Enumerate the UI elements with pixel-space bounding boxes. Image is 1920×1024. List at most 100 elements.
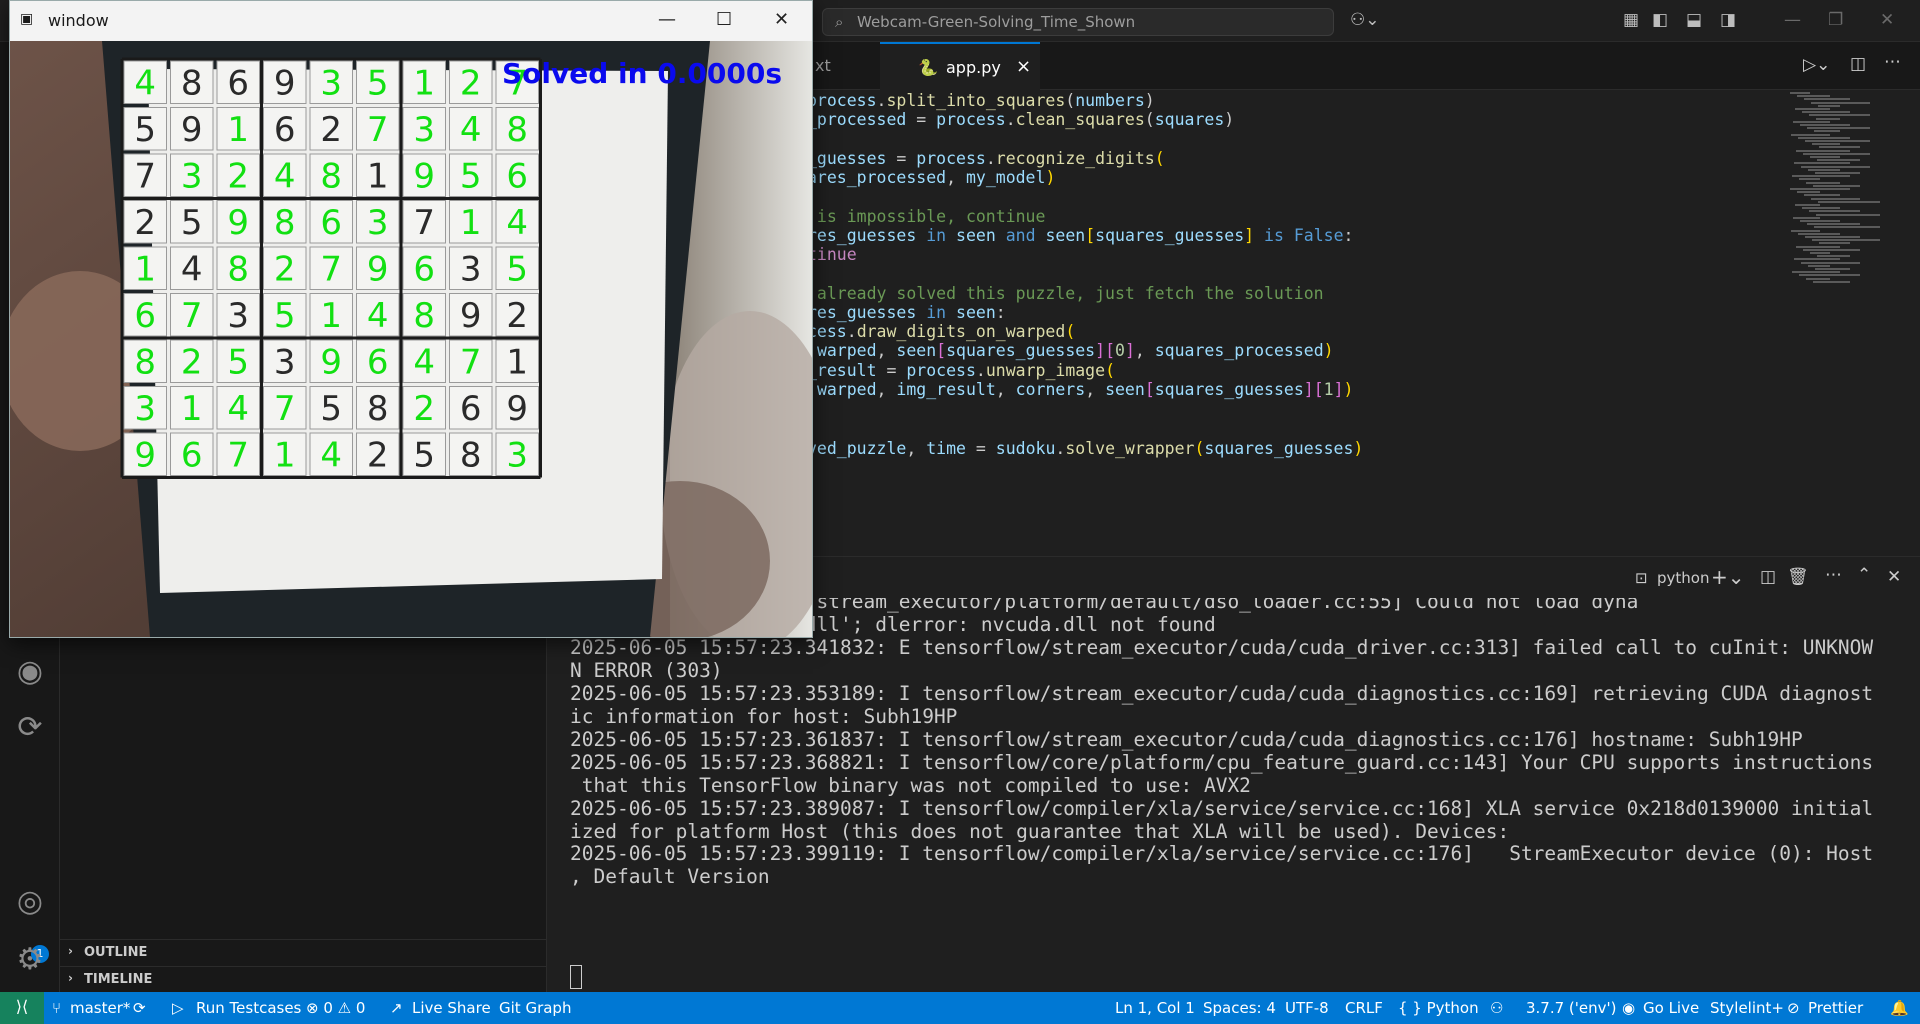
given-digit: 5 [134,110,156,150]
remote-explorer-icon[interactable]: ⟳ [0,710,60,745]
solved-digit: 2 [227,156,249,196]
cam-maximize-icon[interactable]: ☐ [716,9,732,30]
solved-digit: 4 [274,156,296,196]
solved-digit: 2 [460,63,482,103]
code-line: _result = process.unwarp_image( [807,361,1115,380]
live-share-button[interactable]: Live Share [412,999,491,1017]
customize-layout-icon[interactable]: ▦ [1623,10,1639,30]
given-digit: 8 [460,435,482,475]
kill-terminal-icon[interactable]: 🗑 [1787,567,1809,587]
terminal[interactable]: 334693: W tensorflow/stream_executor/pla… [547,598,1920,992]
code-line: ved_puzzle, time = sudoku.solve_wrapper(… [807,439,1364,458]
new-terminal-icon[interactable]: +⌄ [1711,565,1745,589]
outline-section[interactable]: › OUTLINE [60,939,547,965]
search-icon: ⌕ [835,13,844,31]
code-line: already solved this puzzle, just fetch t… [807,284,1324,303]
timeline-section[interactable]: › TIMELINE [60,966,547,992]
indentation[interactable]: Spaces: 4 [1203,999,1276,1017]
code-line: warped, img_result, corners, seen[square… [816,380,1354,399]
github-icon[interactable]: ◉ [0,654,60,689]
problems-indicator[interactable]: ⊗ 0 ⚠ 0 [306,999,365,1017]
solved-digit: 8 [413,296,435,336]
minimap-line [1805,140,1870,142]
copilot-status-icon[interactable]: ⚇ [1490,999,1503,1017]
webcam-window-titlebar[interactable]: ▣ window — ☐ ✕ [10,1,812,41]
terminal-shell-icon: ⊡ [1635,569,1648,587]
solved-digit: 6 [367,342,389,382]
timeline-label: TIMELINE [84,972,153,987]
minimap-line [1797,95,1830,98]
settings-gear-icon[interactable]: ⚙ [0,942,60,977]
split-editor-icon[interactable]: ◫ [1850,54,1866,74]
split-terminal-icon[interactable]: ◫ [1760,567,1776,587]
cam-minimize-icon[interactable]: — [658,9,676,30]
minimap[interactable] [1780,92,1900,292]
language-mode[interactable]: { } Python [1398,999,1479,1017]
solved-digit: 1 [181,389,203,429]
minimap-line [1793,120,1830,123]
python-interpreter[interactable]: 3.7.7 ('env') [1526,999,1617,1017]
stylelint-status[interactable]: Stylelint+ [1710,999,1784,1017]
solved-digit: 6 [320,203,342,243]
code-line: is impossible, continue [807,207,1046,226]
terminal-cursor [570,965,582,989]
minimap-line [1790,188,1850,190]
given-digit: 6 [227,63,249,103]
cam-close-icon[interactable]: ✕ [774,9,789,30]
terminal-line: ic information for host: Subh19HP [570,704,958,728]
minimap-line [1807,223,1860,226]
minimap-line [1793,216,1820,219]
copilot-icon[interactable]: ⚇⌄ [1350,10,1379,30]
encoding[interactable]: UTF-8 [1285,999,1329,1017]
code-line: cess.draw_digits_on_warped( [807,322,1076,341]
webcam-feed: 4869351275916273487324819562598637141482… [10,41,812,637]
git-branch[interactable]: master* [70,999,130,1017]
solved-digit: 8 [506,110,528,150]
toggle-sidebar-icon[interactable]: ◧ [1652,10,1668,30]
solved-time-overlay: Solved in 0.0000s [502,57,782,90]
minimap-line [1809,114,1870,117]
run-testcases-button[interactable]: Run Testcases [196,999,301,1017]
minimap-line [1812,143,1840,146]
close-panel-icon[interactable]: ✕ [1887,567,1901,587]
given-digit: 9 [506,389,528,429]
command-center-search[interactable]: ⌕ Webcam-Green-Solving_Time_Shown [822,8,1334,36]
tab-app-py-label: app.py [946,58,1001,77]
go-live-button[interactable]: Go Live [1643,999,1699,1017]
close-window-icon[interactable]: ✕ [1880,10,1894,30]
tab-close-icon[interactable]: × [1016,56,1031,77]
end-of-line[interactable]: CRLF [1345,999,1383,1017]
webcam-window[interactable]: ▣ window — ☐ ✕ 486935127 5 9 1 6 2 7 3 4… [9,0,813,638]
terminal-shell-label[interactable]: python [1657,569,1709,587]
solved-digit: 1 [227,110,249,150]
solved-digit: 5 [227,342,249,382]
remote-indicator-icon[interactable]: ⟩⟨ [0,992,44,1024]
solved-digit: 9 [134,435,156,475]
git-graph-button[interactable]: Git Graph [499,999,571,1017]
terminal-line: 2025-06-05 15:57:23.368821: I tensorflow… [570,750,1874,774]
solved-digit: 3 [413,110,435,150]
given-digit: 2 [367,435,389,475]
minimize-icon[interactable]: — [1784,10,1801,30]
toggle-panel-icon[interactable]: ⬓ [1686,10,1702,30]
code-line: process.split_into_squares(numbers) [807,91,1155,110]
restore-icon[interactable]: ❐ [1828,10,1843,30]
maximize-panel-icon[interactable]: ⌃ [1857,565,1871,585]
toggle-secondary-sidebar-icon[interactable]: ◨ [1720,10,1736,30]
run-python-file-icon[interactable]: ▷⌄ [1803,55,1830,75]
terminal-more-icon[interactable]: ⋯ [1825,565,1842,585]
minimap-line [1792,271,1840,274]
tab-app-py[interactable]: 🐍 app.py × [880,42,1040,90]
notifications-bell-icon[interactable]: 🔔 [1890,999,1909,1017]
account-icon[interactable]: ◎ [0,884,60,919]
sync-icon[interactable]: ⟳ [133,999,146,1017]
cursor-position[interactable]: Ln 1, Col 1 [1115,999,1195,1017]
solved-digit: 3 [320,63,342,103]
minimap-line [1797,191,1820,194]
prettier-status[interactable]: Prettier [1808,999,1863,1017]
given-digit: 5 [413,435,435,475]
more-actions-icon[interactable]: ⋯ [1884,52,1901,72]
minimap-line [1798,136,1850,139]
minimap-line [1794,258,1840,261]
given-digit: 5 [181,203,203,243]
